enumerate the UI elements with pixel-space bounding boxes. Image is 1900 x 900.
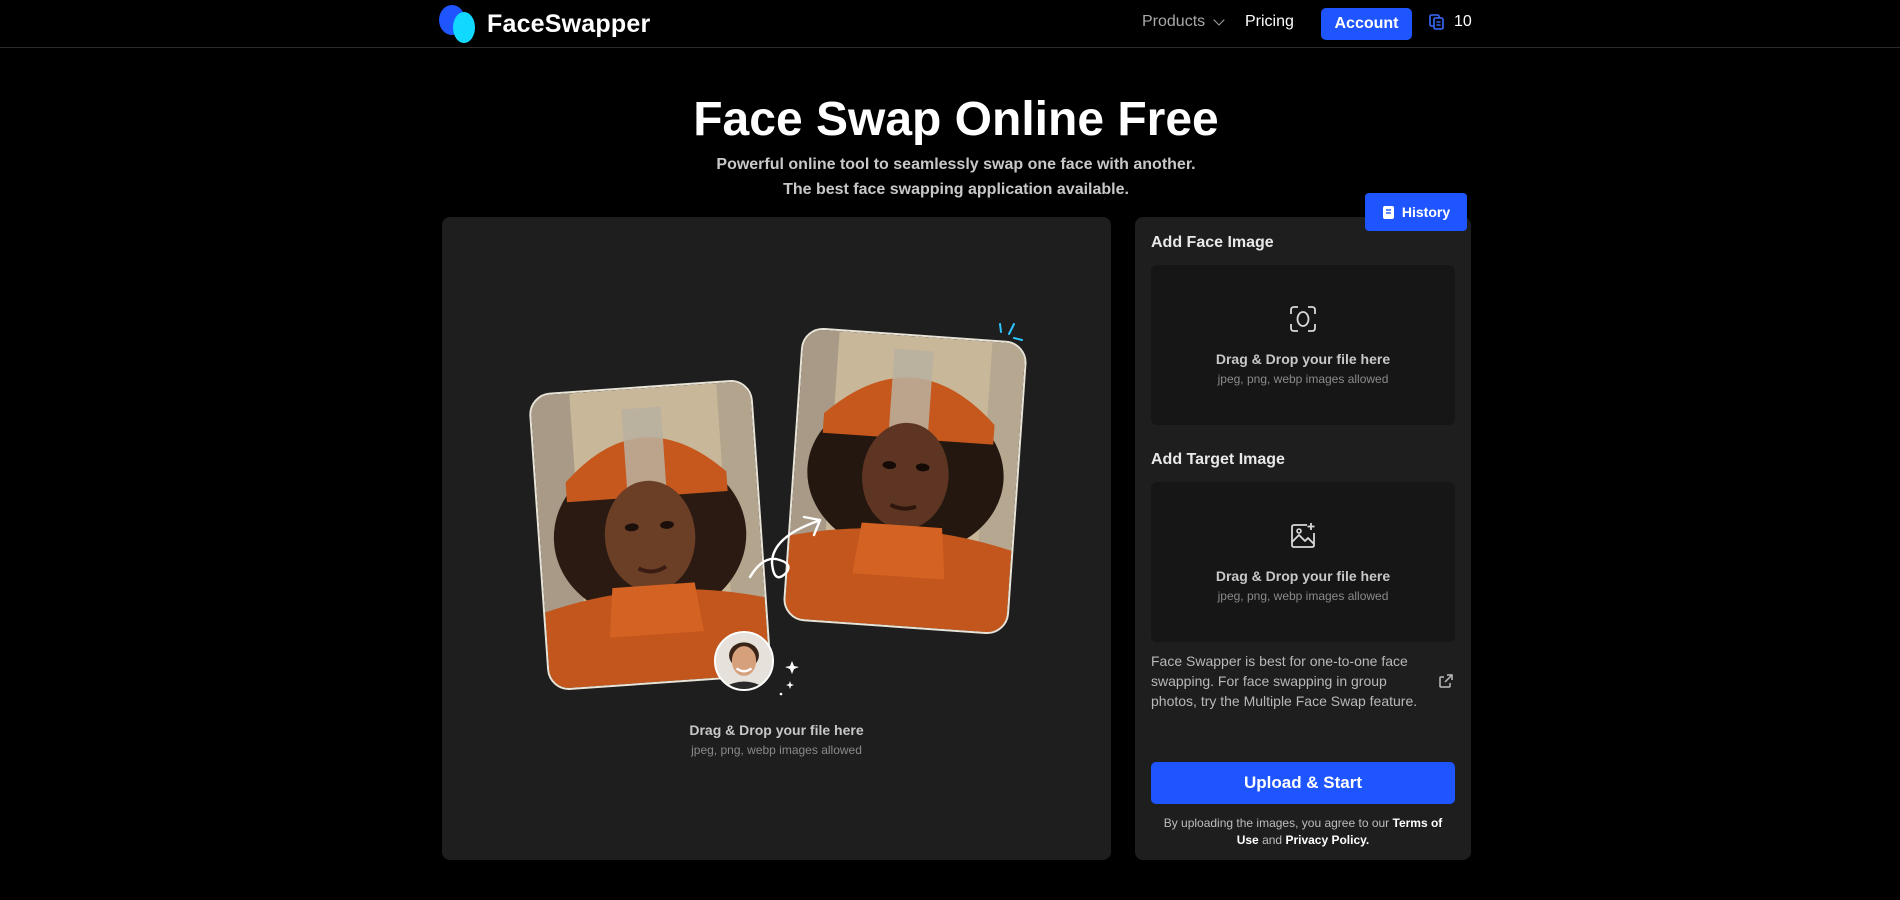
chevron-down-icon <box>1213 13 1225 26</box>
swap-settings-panel: Add Face Image Drag & Drop your file her… <box>1135 217 1471 860</box>
history-icon <box>1382 205 1394 219</box>
face-scan-icon <box>1290 306 1316 332</box>
history-button[interactable]: History <box>1365 193 1467 231</box>
preview-dropzone[interactable]: Drag & Drop your file here jpeg, png, we… <box>442 217 1111 860</box>
preview-drop-formats: jpeg, png, webp images allowed <box>691 743 862 757</box>
history-label: History <box>1401 204 1451 220</box>
terms-prefix: By uploading the images, you agree to ou… <box>1163 816 1390 830</box>
privacy-policy-link[interactable]: Privacy Policy. <box>1285 833 1369 847</box>
face-image-label: Add Face Image <box>1151 234 1274 251</box>
terms-and: and <box>1262 833 1283 847</box>
nav-products-label: Products <box>1142 13 1206 30</box>
multi-face-note: Face Swapper is best for one-to-one face… <box>1151 653 1418 709</box>
target-image-label: Add Target Image <box>1151 451 1285 468</box>
face-drop-formats: jpeg, png, webp images allowed <box>1217 372 1389 386</box>
credits-indicator[interactable]: 10 <box>1428 13 1472 31</box>
swap-arrow-icon <box>748 515 822 579</box>
page-title: Face Swap Online Free <box>693 93 1219 146</box>
brand-logo[interactable]: FaceSwapper <box>439 5 650 43</box>
target-drop-title: Drag & Drop your file here <box>1215 568 1391 584</box>
face-image-dropzone[interactable]: Drag & Drop your file here jpeg, png, we… <box>1151 265 1455 425</box>
source-face-thumbnail <box>714 631 774 691</box>
nav-pricing-link[interactable]: Pricing <box>1245 13 1294 31</box>
nav-products-menu[interactable]: Products <box>1142 13 1225 31</box>
image-add-icon <box>1291 523 1315 548</box>
preview-drop-title: Drag & Drop your file here <box>689 722 864 738</box>
credits-stack-icon <box>1429 14 1444 30</box>
page-subtitle: Powerful online tool to seamlessly swap … <box>716 156 1196 198</box>
external-link-icon[interactable] <box>1438 673 1454 689</box>
account-button[interactable]: Account <box>1321 8 1412 40</box>
example-result-photo <box>782 326 1028 636</box>
sparkle-icon <box>779 661 799 696</box>
brand-name: FaceSwapper <box>487 9 651 38</box>
top-nav: FaceSwapper Products Pricing Account 10 <box>0 0 1900 48</box>
sparkle-icon <box>999 323 1023 341</box>
credits-count: 10 <box>1454 13 1472 30</box>
logo-mark <box>439 5 477 43</box>
terms-notice: By uploading the images, you agree to ou… <box>1161 815 1445 849</box>
target-image-dropzone[interactable]: Drag & Drop your file here jpeg, png, we… <box>1151 482 1455 642</box>
upload-start-button[interactable]: Upload & Start <box>1151 762 1455 804</box>
target-drop-formats: jpeg, png, webp images allowed <box>1217 589 1389 603</box>
face-drop-title: Drag & Drop your file here <box>1215 351 1391 367</box>
